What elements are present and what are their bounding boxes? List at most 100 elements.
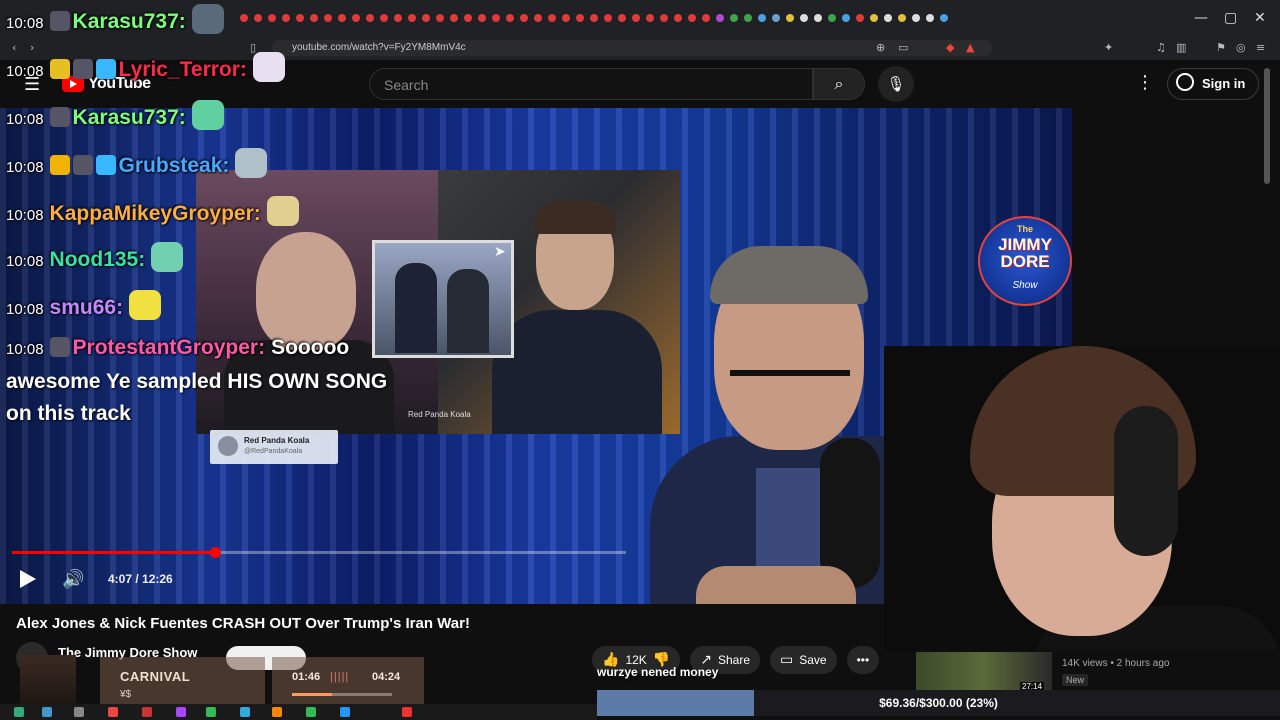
search-icon: ⌕ [834, 74, 844, 93]
chat-timestamp: 10:08 [6, 341, 44, 358]
tab-favicon-icon[interactable] [898, 14, 906, 22]
start-icon[interactable] [14, 707, 24, 717]
chat-badge-icon [49, 155, 70, 175]
tab-favicon-icon[interactable] [940, 14, 948, 22]
tab-favicon-icon[interactable] [730, 14, 738, 22]
tab-favicon-icon[interactable] [786, 14, 794, 22]
vpn-icon[interactable]: ◎ [1236, 41, 1246, 54]
search-input[interactable] [370, 69, 806, 101]
chat-username: Grubsteak: [118, 154, 230, 177]
track-time-card: 01:46 ||||| 04:24 [272, 657, 424, 711]
tab-favicon-icon[interactable] [870, 14, 878, 22]
more-actions-button[interactable]: ••• [846, 646, 880, 674]
music-icon[interactable]: ♫ [1156, 41, 1166, 54]
tab-favicon-icon[interactable] [674, 14, 682, 22]
tab-favicon-icon[interactable] [632, 14, 640, 22]
sign-in-label: Sign in [1202, 76, 1246, 91]
tab-favicon-icon[interactable] [520, 14, 528, 22]
social-credit-card: Red Panda Koala @RedPandaKoala [210, 430, 338, 464]
tab-favicon-icon[interactable] [842, 14, 850, 22]
tab-favicon-icon[interactable] [702, 14, 710, 22]
search-icon[interactable] [42, 707, 52, 717]
rewards-icon[interactable]: ▲ [966, 41, 974, 54]
search-button[interactable]: ⌕ [813, 68, 865, 100]
tab-favicon-icon[interactable] [660, 14, 668, 22]
person-figure [492, 310, 662, 434]
zoom-icon[interactable]: ⊕ [876, 41, 885, 54]
tab-favicon-icon[interactable] [436, 14, 444, 22]
tab-favicon-icon[interactable] [506, 14, 514, 22]
app-icon[interactable] [402, 707, 412, 717]
progress-scrubber[interactable] [209, 547, 221, 558]
tab-favicon-icon[interactable] [912, 14, 920, 22]
app-icon[interactable] [206, 707, 216, 717]
extensions-icon[interactable]: ✦ [1104, 41, 1113, 54]
tab-favicon-icon[interactable] [688, 14, 696, 22]
tab-favicon-icon[interactable] [450, 14, 458, 22]
save-button[interactable]: ▭ Save [770, 646, 837, 674]
tab-favicon-icon[interactable] [814, 14, 822, 22]
photo-figure [447, 269, 489, 353]
tab-favicon-icon[interactable] [744, 14, 752, 22]
tab-favicon-icon[interactable] [856, 14, 864, 22]
tab-favicon-icon[interactable] [926, 14, 934, 22]
chat-timestamp: 10:08 [6, 15, 44, 32]
chat-badge-icon [49, 59, 70, 79]
tab-favicon-icon[interactable] [828, 14, 836, 22]
tab-favicon-icon[interactable] [604, 14, 612, 22]
tab-favicon-icon[interactable] [716, 14, 724, 22]
taskview-icon[interactable] [74, 707, 84, 717]
chat-emote-icon [191, 100, 224, 130]
play-button[interactable] [20, 570, 36, 588]
more-options-icon[interactable]: ⋮ [1136, 72, 1154, 93]
sidebar-icon[interactable]: ▥ [1176, 41, 1186, 54]
track-elapsed: 01:46 [292, 671, 321, 683]
tab-favicon-icon[interactable] [800, 14, 808, 22]
chat-emote-icon [235, 148, 268, 178]
tab-favicon-icon[interactable] [646, 14, 654, 22]
close-icon[interactable]: ✕ [1254, 10, 1266, 26]
tab-favicon-icon[interactable] [590, 14, 598, 22]
tab-favicon-icon[interactable] [618, 14, 626, 22]
wallet-icon[interactable]: ⚑ [1216, 41, 1226, 54]
tab-favicon-icon[interactable] [534, 14, 542, 22]
app-icon[interactable] [108, 707, 118, 717]
chat-username: ProtestantGroyper: [72, 336, 266, 359]
host-hair [710, 246, 868, 304]
tab-favicon-icon[interactable] [562, 14, 570, 22]
tab-favicon-icon[interactable] [772, 14, 780, 22]
app-icon[interactable] [306, 707, 316, 717]
app-icon[interactable] [176, 707, 186, 717]
account-icon [1176, 73, 1194, 91]
brave-shield-icon[interactable]: ◆ [946, 41, 954, 54]
tab-favicon-icon[interactable] [758, 14, 766, 22]
bookmark-icon: ▭ [780, 652, 794, 668]
voice-search-button[interactable]: 🎙 [878, 66, 914, 102]
tab-favicon-icon[interactable] [548, 14, 556, 22]
volume-icon[interactable]: 🔊 [62, 569, 84, 590]
chat-username: KappaMikeyGroyper: [49, 202, 261, 225]
cast-icon[interactable]: ▭ [898, 41, 908, 54]
tab-favicon-icon[interactable] [576, 14, 584, 22]
logo-name: JIMMY DORE [998, 235, 1052, 271]
app-icon[interactable] [272, 707, 282, 717]
app-icon[interactable] [142, 707, 152, 717]
tab-favicon-icon[interactable] [492, 14, 500, 22]
search-box [369, 68, 813, 101]
progress-bar[interactable] [12, 547, 626, 558]
app-icon[interactable] [340, 707, 350, 717]
menu-icon[interactable]: ≡ [1256, 41, 1265, 54]
chat-timestamp: 10:08 [6, 301, 44, 318]
maximize-icon[interactable]: ▢ [1224, 10, 1237, 26]
tab-favicon-icon[interactable] [478, 14, 486, 22]
sign-in-button[interactable]: Sign in [1167, 68, 1259, 100]
chat-line: 10:08 Lyric_Terror: [6, 52, 285, 82]
minimize-icon[interactable]: — [1194, 10, 1208, 26]
tab-favicon-icon[interactable] [464, 14, 472, 22]
chat-line: 10:08 Karasu737: [6, 4, 224, 34]
page-scrollbar[interactable] [1264, 68, 1270, 184]
app-icon[interactable] [240, 707, 250, 717]
time-display: 4:07 / 12:26 [108, 572, 173, 586]
tab-favicon-icon[interactable] [422, 14, 430, 22]
tab-favicon-icon[interactable] [884, 14, 892, 22]
